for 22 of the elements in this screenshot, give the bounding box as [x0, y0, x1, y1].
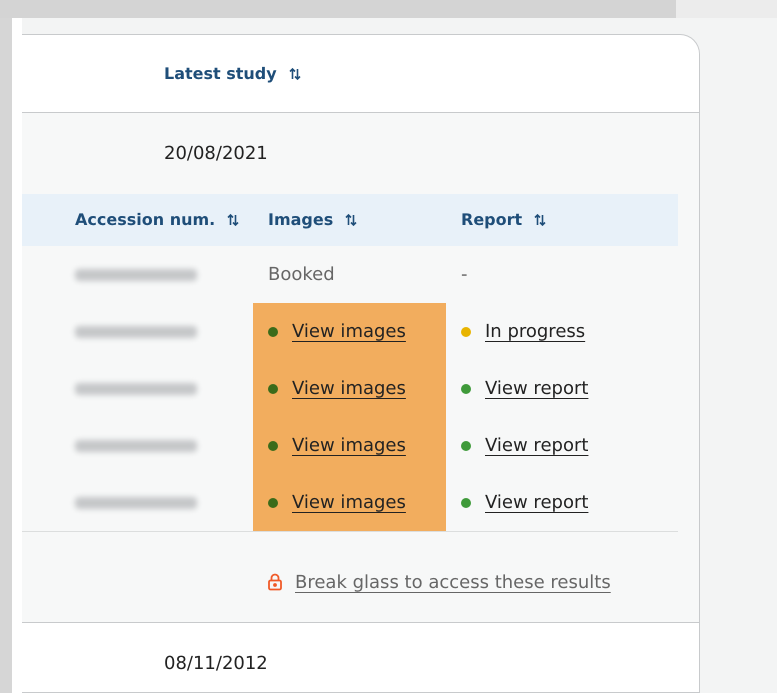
column-header[interactable]: Accession num. — [75, 208, 216, 232]
status-text: Booked — [268, 263, 335, 287]
date-text: 08/11/2012 — [164, 652, 268, 676]
view-images-link[interactable]: View images — [292, 432, 406, 459]
report-link[interactable]: View report — [485, 432, 588, 459]
lock-icon — [267, 573, 283, 591]
report-link[interactable]: In progress — [485, 318, 586, 345]
view-images-link[interactable]: View images — [292, 489, 406, 516]
date-text: 20/08/2021 — [164, 142, 268, 166]
report-link[interactable]: View report — [485, 489, 588, 516]
break-glass-link[interactable]: Break glass to access these results — [295, 568, 611, 596]
column-header[interactable]: Report — [461, 208, 522, 232]
view-images-link[interactable]: View images — [292, 318, 406, 345]
status-text: - — [461, 263, 468, 287]
view-images-link[interactable]: View images — [292, 375, 406, 402]
column-header[interactable]: Latest study — [164, 62, 277, 86]
sort-icon[interactable] — [227, 213, 240, 227]
sort-icon[interactable] — [288, 66, 301, 80]
sort-icon[interactable] — [345, 213, 358, 227]
sort-icon[interactable] — [534, 213, 546, 227]
column-header[interactable]: Images — [268, 208, 334, 232]
report-link[interactable]: View report — [485, 375, 588, 402]
